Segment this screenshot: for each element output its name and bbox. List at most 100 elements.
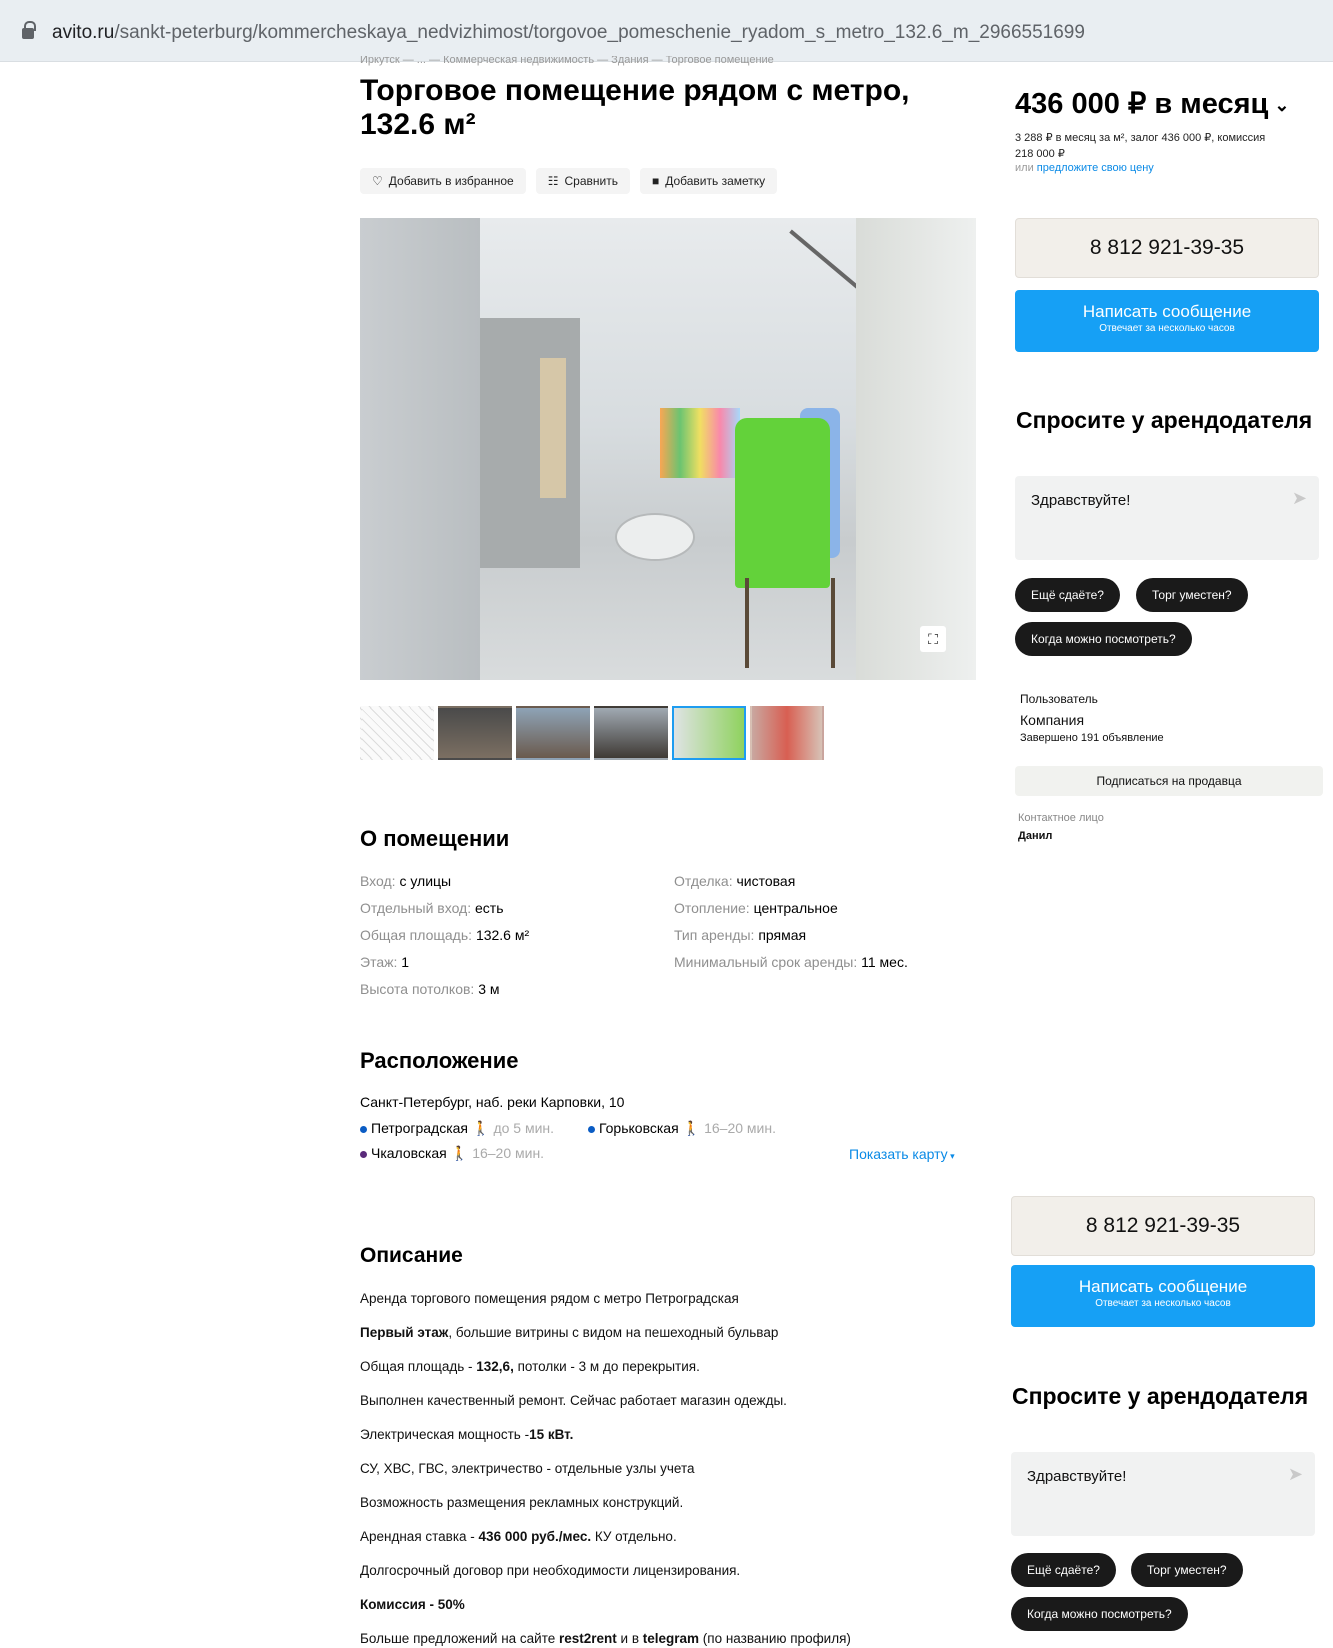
param-total-area: Общая площадь: 132.6 м²	[360, 922, 674, 949]
param-finish: Отделка: чистовая	[674, 868, 960, 895]
text: СУ, ХВС, ГВС, электричество - отдельные …	[360, 1461, 695, 1476]
ask-landlord-heading: Спросите у арендодателя	[1016, 407, 1313, 433]
param-rent-type: Тип аренды: прямая	[674, 922, 960, 949]
quick-question-chip[interactable]: Когда можно посмотреть?	[1015, 622, 1192, 656]
param-key: Тип аренды:	[674, 927, 759, 943]
bold-text: Первый этаж	[360, 1325, 449, 1340]
param-value: чистовая	[736, 873, 796, 889]
param-value: прямая	[758, 927, 807, 943]
photo-ottoman	[615, 513, 695, 561]
price[interactable]: 436 000 ₽ в месяц ⌄	[1015, 86, 1289, 121]
metro-station: Горьковская 🚶 16–20 мин.	[588, 1120, 776, 1137]
browser-address-bar[interactable]: avito.ru/sankt-peterburg/kommercheskaya_…	[0, 0, 1333, 62]
thumbnail[interactable]	[516, 706, 590, 760]
param-key: Отделка:	[674, 873, 737, 889]
add-favorite-label: Добавить в избранное	[388, 174, 514, 188]
param-min-term: Минимальный срок аренды: 11 мес.	[674, 949, 960, 976]
show-phone-button[interactable]: 8 812 921-39-35	[1011, 1196, 1315, 1256]
url-text[interactable]: avito.ru/sankt-peterburg/kommercheskaya_…	[52, 22, 1085, 44]
seller-completed-ads[interactable]: Завершено 191 объявление	[1020, 732, 1164, 744]
chevron-down-icon: ⌄	[1274, 94, 1290, 115]
thumbnail[interactable]	[594, 706, 668, 760]
description-line: Возможность размещения рекламных констру…	[360, 1486, 980, 1520]
add-favorite-button[interactable]: ♡ Добавить в избранное	[360, 168, 526, 194]
text: Арендная ставка -	[360, 1529, 479, 1544]
gallery-thumbnails	[360, 706, 824, 760]
quick-question-chip[interactable]: Торг уместен?	[1136, 578, 1248, 612]
param-value: 3 м	[478, 981, 500, 997]
description-line: Первый этаж, большие витрины с видом на …	[360, 1316, 980, 1350]
text: , большие витрины с видом на пешеходный …	[448, 1325, 779, 1340]
quick-question-chip[interactable]: Торг уместен?	[1131, 1553, 1243, 1587]
write-message-button[interactable]: Написать сообщение Отвечает за несколько…	[1011, 1265, 1315, 1327]
url-path: /sankt-peterburg/kommercheskaya_nedvizhi…	[114, 22, 1085, 43]
compare-button[interactable]: ☷ Сравнить	[535, 168, 630, 194]
add-note-label: Добавить заметку	[665, 174, 766, 188]
location-heading: Расположение	[360, 1048, 519, 1073]
params-right: Отделка: чистовая Отопление: центральное…	[674, 868, 960, 1003]
send-icon[interactable]: ➤	[1292, 488, 1307, 509]
metro-name: Чкаловская	[371, 1145, 447, 1161]
add-note-button[interactable]: ■ Добавить заметку	[639, 168, 778, 194]
ask-message-input[interactable]: Здравствуйте! ➤	[1011, 1452, 1315, 1536]
text: Общая площадь -	[360, 1359, 477, 1374]
address: Санкт-Петербург, наб. реки Карповки, 10	[360, 1094, 625, 1110]
param-key: Отдельный вход:	[360, 900, 476, 916]
main-photo[interactable]	[480, 218, 856, 680]
show-map-link[interactable]: Показать карту ▾	[849, 1146, 955, 1162]
write-message-label: Написать сообщение	[1082, 302, 1252, 321]
lock-icon	[22, 21, 36, 39]
quick-question-chip[interactable]: Когда можно посмотреть?	[1011, 1597, 1188, 1631]
description-line: Аренда торгового помещения рядом с метро…	[360, 1282, 980, 1316]
offer-price-link[interactable]: или предложите свою цену	[1015, 162, 1154, 174]
seller-name[interactable]: Компания	[1020, 712, 1084, 728]
thumbnail-active[interactable]	[672, 706, 746, 760]
ask-message-input[interactable]: Здравствуйте! ➤	[1015, 476, 1319, 560]
photo-coat-green	[735, 418, 830, 588]
text: потолки - 3 м до перекрытия.	[513, 1359, 700, 1374]
photo-curtain	[540, 358, 566, 498]
text: (по названию профиля)	[699, 1631, 851, 1646]
gallery-blur-right	[856, 218, 976, 680]
show-phone-button[interactable]: 8 812 921-39-35	[1015, 218, 1319, 278]
description-line: Общая площадь - 132,6, потолки - 3 м до …	[360, 1350, 980, 1384]
seller-type: Пользователь	[1020, 692, 1098, 706]
param-key: Высота потолков:	[360, 981, 479, 997]
description-line: Выполнен качественный ремонт. Сейчас раб…	[360, 1384, 980, 1418]
description-heading: Описание	[360, 1244, 463, 1267]
thumbnail[interactable]	[750, 706, 824, 760]
metro-walk-time: до 5 мин.	[493, 1120, 555, 1136]
fullscreen-icon[interactable]: ⛶	[920, 626, 946, 652]
thumbnail[interactable]	[438, 706, 512, 760]
description-line: Арендная ставка - 436 000 руб./мес. КУ о…	[360, 1520, 980, 1554]
param-value: 132.6 м²	[475, 927, 530, 943]
quick-question-chip[interactable]: Ещё сдаёте?	[1015, 578, 1120, 612]
param-value: 1	[401, 954, 410, 970]
write-message-button[interactable]: Написать сообщение Отвечает за несколько…	[1015, 290, 1319, 352]
metro-line-dot	[360, 1125, 367, 1133]
send-icon[interactable]: ➤	[1288, 1464, 1303, 1485]
subscribe-seller-button[interactable]: Подписаться на продавца	[1015, 766, 1323, 796]
url-domain: avito.ru	[52, 22, 115, 43]
param-key: Общая площадь:	[360, 927, 476, 943]
photo-stand	[745, 578, 835, 668]
walk-icon: 🚶	[450, 1145, 469, 1161]
quick-question-chip[interactable]: Ещё сдаёте?	[1011, 1553, 1116, 1587]
param-heating: Отопление: центральное	[674, 895, 960, 922]
description-line: Электрическая мощность -15 кВт.	[360, 1418, 980, 1452]
text: Возможность размещения рекламных констру…	[360, 1495, 684, 1510]
metro-name: Горьковская	[599, 1120, 679, 1136]
response-time: Отвечает за несколько часов	[1095, 1298, 1231, 1309]
param-value: центральное	[753, 900, 838, 916]
heart-icon: ♡	[372, 174, 383, 188]
param-ceiling-height: Высота потолков: 3 м	[360, 976, 674, 1003]
text: Больше предложений на сайте	[360, 1631, 559, 1646]
text: Аренда торгового помещения рядом с метро…	[360, 1291, 739, 1306]
thumbnail-floor-plan[interactable]	[360, 706, 434, 760]
photo-gallery[interactable]: ⛶	[360, 218, 976, 680]
walk-icon: 🚶	[472, 1120, 490, 1136]
page-title: Торговое помещение рядом с метро, 132.6 …	[360, 74, 910, 141]
walk-icon: 🚶	[682, 1120, 701, 1136]
breadcrumb[interactable]: Иркутск — ... — Коммерческая недвижимост…	[360, 56, 774, 66]
param-entrance: Вход: с улицы	[360, 868, 674, 895]
